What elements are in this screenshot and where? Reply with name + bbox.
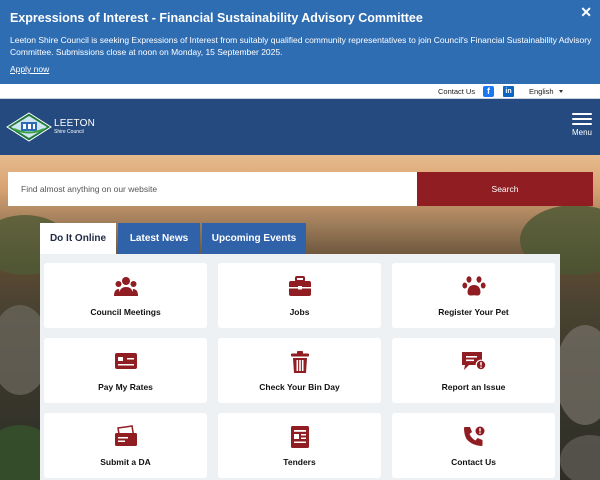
- bin-icon: [218, 350, 381, 376]
- card-label: Pay My Rates: [98, 382, 153, 392]
- alert-title: Expressions of Interest - Financial Sust…: [10, 11, 423, 25]
- menu-label: Menu: [571, 128, 592, 137]
- contact-us-link[interactable]: Contact Us: [438, 87, 475, 96]
- facebook-icon[interactable]: f: [483, 86, 494, 97]
- briefcase-icon: [218, 275, 381, 301]
- card-label: Jobs: [289, 307, 310, 317]
- search-input[interactable]: [8, 172, 417, 206]
- search-button[interactable]: Search: [417, 172, 593, 206]
- card-label: Report an Issue: [441, 382, 506, 392]
- people-icon: [44, 275, 207, 301]
- card-label: Check Your Bin Day: [259, 382, 340, 392]
- alert-body: Leeton Shire Council is seeking Expressi…: [10, 35, 592, 57]
- chevron-down-icon: [559, 90, 563, 93]
- newspaper-icon: [218, 425, 381, 451]
- card-council-meetings[interactable]: Council Meetings: [44, 263, 207, 328]
- card-label: Council Meetings: [90, 307, 161, 317]
- alert-banner: Expressions of Interest - Financial Sust…: [0, 0, 600, 84]
- hamburger-icon-bar: [572, 118, 592, 120]
- paw-icon: [392, 275, 555, 301]
- card-check-your-bin-day[interactable]: Check Your Bin Day: [218, 338, 381, 403]
- quick-links-panel: Council Meetings Jobs Register Your Pet: [40, 254, 560, 480]
- credit-card-icon: [44, 350, 207, 376]
- site-header: LEETON Shire Council Menu: [0, 99, 600, 155]
- card-label: Contact Us: [451, 457, 496, 467]
- card-contact-us[interactable]: Contact Us: [392, 413, 555, 478]
- card-pay-my-rates[interactable]: Pay My Rates: [44, 338, 207, 403]
- hamburger-icon: [572, 113, 592, 115]
- tab-upcoming-events[interactable]: Upcoming Events: [202, 223, 306, 254]
- language-value: English: [529, 87, 554, 96]
- card-jobs[interactable]: Jobs: [218, 263, 381, 328]
- close-icon[interactable]: ✕: [580, 4, 592, 21]
- card-label: Register Your Pet: [438, 307, 509, 317]
- language-select[interactable]: English: [524, 85, 566, 98]
- logo-emblem-icon: [6, 112, 52, 142]
- logo-name: LEETON: [54, 118, 96, 129]
- card-label: Submit a DA: [100, 457, 151, 467]
- logo-subtitle: Shire Council: [54, 129, 84, 135]
- hamburger-icon-bar: [572, 123, 592, 125]
- apply-now-link[interactable]: Apply now: [10, 64, 49, 74]
- card-tenders[interactable]: Tenders: [218, 413, 381, 478]
- document-icon: [44, 425, 207, 451]
- card-submit-a-da[interactable]: Submit a DA: [44, 413, 207, 478]
- site-logo[interactable]: [6, 112, 52, 147]
- card-label: Tenders: [283, 457, 316, 467]
- phone-icon: [392, 425, 555, 451]
- card-report-an-issue[interactable]: Report an Issue: [392, 338, 555, 403]
- linkedin-icon[interactable]: in: [503, 86, 514, 97]
- card-register-your-pet[interactable]: Register Your Pet: [392, 263, 555, 328]
- utility-bar: Contact Us f in English: [0, 84, 600, 99]
- tab-do-it-online[interactable]: Do It Online: [40, 223, 116, 254]
- menu-button[interactable]: Menu: [568, 113, 596, 137]
- alert-chat-icon: [392, 350, 555, 376]
- tab-latest-news[interactable]: Latest News: [118, 223, 200, 254]
